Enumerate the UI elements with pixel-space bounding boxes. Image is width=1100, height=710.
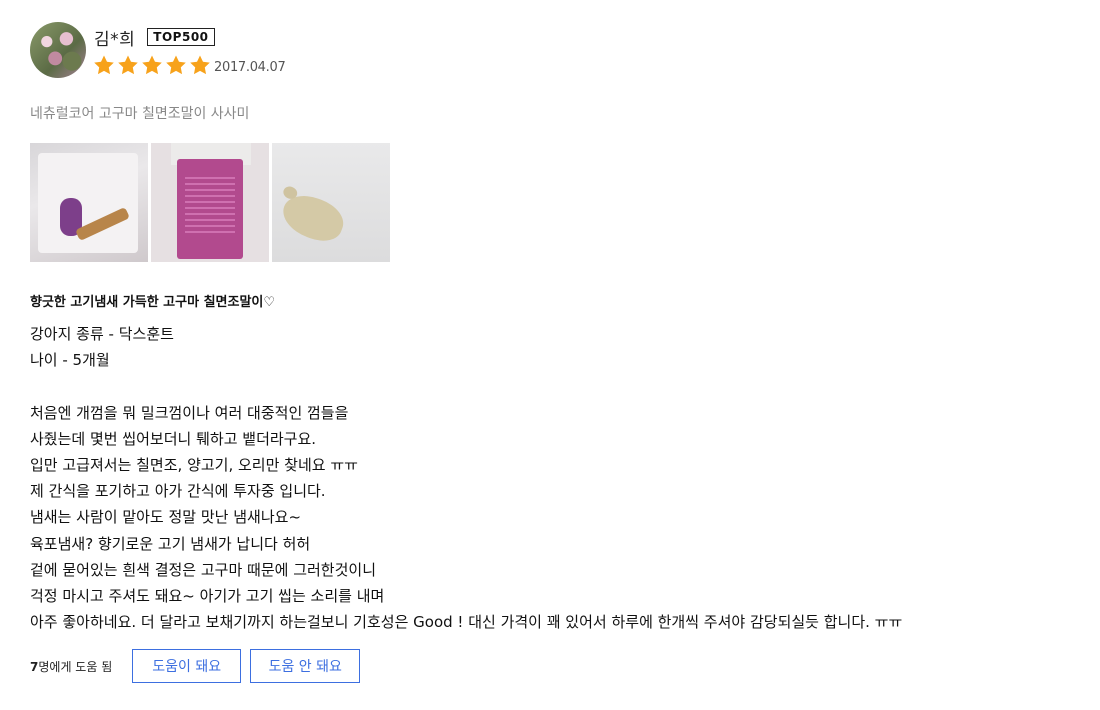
review-photo-1[interactable] — [30, 143, 148, 262]
review-date: 2017.04.07 — [214, 60, 286, 75]
review-body-line: 걱정 마시고 주셔도 돼요~ 아기가 고기 씹는 소리를 내며 — [30, 586, 385, 605]
review-title: 향긋한 고기냄새 가득한 고구마 칠면조말이♡ — [30, 295, 276, 310]
star-icon — [188, 54, 212, 77]
avatar — [30, 22, 86, 78]
top-reviewer-badge: TOP500 — [147, 28, 215, 46]
star-icon — [140, 54, 164, 77]
helpful-no-button[interactable]: 도움 안 돼요 — [250, 649, 361, 683]
review-body-line: 나이 - 5개월 — [30, 351, 110, 370]
reviewer-name: 김*희 — [94, 29, 136, 50]
star-icon — [116, 54, 140, 77]
rating-row: 2017.04.07 — [92, 54, 286, 77]
review-body-line: 제 간식을 포기하고 아가 간식에 투자중 입니다. — [30, 482, 326, 501]
helpful-row: 7명에게 도움 됨 도움이 돼요 도움 안 돼요 — [30, 649, 369, 683]
star-rating — [92, 54, 212, 77]
reviewer-name-row: 김*희 TOP500 — [94, 26, 215, 50]
review-body-line: 사줬는데 몇번 씹어보더니 퉤하고 뱉더라구요. — [30, 429, 317, 448]
helpful-count-text: 7명에게 도움 됨 — [30, 658, 112, 675]
review-card: 김*희 TOP500 2017.04.07 네츄럴코어 고구마 칠면조말이 사사… — [30, 20, 1080, 683]
review-body-line: 강아지 종류 - 닥스훈트 — [30, 325, 174, 343]
review-photos — [30, 143, 393, 262]
review-body-line: 입만 고급져서는 칠면조, 양고기, 오리만 찾네요 ㅠㅠ — [30, 455, 358, 474]
review-header: 김*희 TOP500 2017.04.07 — [30, 20, 1080, 80]
review-body-line: 아주 좋아하네요. 더 달라고 보채기까지 하는걸보니 기호성은 Good ! … — [30, 613, 903, 632]
star-icon — [92, 54, 116, 77]
review-photo-3[interactable] — [272, 143, 390, 262]
review-body: 강아지 종류 - 닥스훈트나이 - 5개월처음엔 개껌을 뭐 밀크껌이나 여러 … — [30, 321, 902, 635]
review-body-line — [30, 373, 902, 399]
review-body-line: 육포냄새? 향기로운 고기 냄새가 납니다 허허 — [30, 534, 311, 553]
helpful-yes-button[interactable]: 도움이 돼요 — [132, 649, 242, 683]
product-name: 네츄럴코어 고구마 칠면조말이 사사미 — [30, 106, 250, 122]
star-icon — [164, 54, 188, 77]
review-body-line: 겉에 묻어있는 흰색 결정은 고구마 때문에 그러한것이니 — [30, 560, 377, 579]
helpful-count-suffix: 명에게 도움 됨 — [38, 659, 113, 674]
review-body-line: 처음엔 개껌을 뭐 밀크껌이나 여러 대중적인 껌들을 — [30, 403, 349, 422]
review-photo-2[interactable] — [151, 143, 269, 262]
review-body-line: 냄새는 사람이 맡아도 정말 맛난 냄새나요~ — [30, 508, 302, 527]
